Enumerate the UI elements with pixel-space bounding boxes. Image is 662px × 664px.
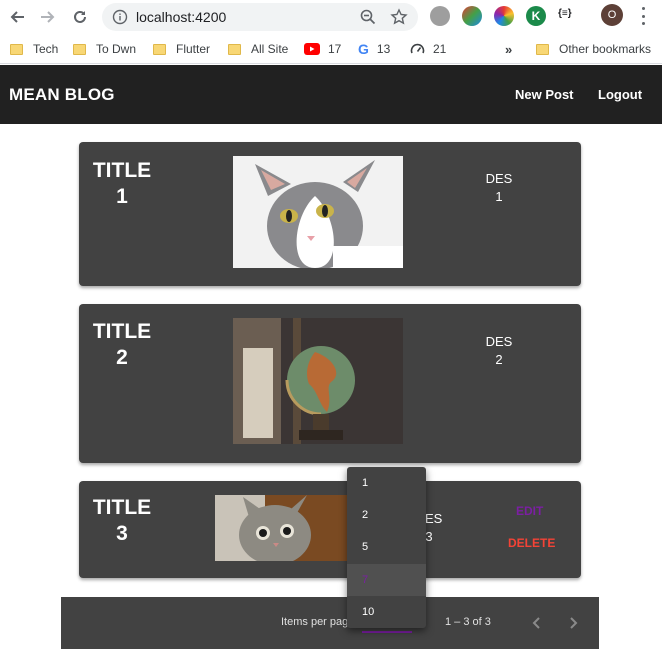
- menu-icon[interactable]: [638, 7, 648, 25]
- post-image-kitten: [215, 495, 347, 561]
- page-size-dropdown: 1 2 5 7 10: [347, 467, 426, 628]
- bookmark-youtube[interactable]: 17: [304, 39, 341, 59]
- folder-icon: [536, 43, 549, 55]
- back-icon[interactable]: [6, 6, 28, 28]
- post-image-globe: [233, 318, 403, 444]
- page-size-option[interactable]: 2: [347, 499, 426, 531]
- google-icon: G: [358, 41, 369, 57]
- extension-globe-icon[interactable]: [462, 6, 482, 26]
- bookmark-to-dwn[interactable]: To Dwn: [73, 39, 136, 59]
- items-per-page-label: Items per page:: [281, 616, 358, 628]
- extension-color-wheel-icon[interactable]: [494, 6, 514, 26]
- folder-icon: [153, 43, 166, 55]
- folder-icon: [228, 43, 241, 55]
- page-size-option-selected[interactable]: 7: [347, 564, 426, 596]
- url-text[interactable]: localhost:4200: [136, 9, 226, 25]
- bookmark-speedometer[interactable]: 21: [410, 39, 446, 59]
- profile-avatar[interactable]: O: [601, 4, 623, 26]
- new-post-link[interactable]: New Post: [515, 87, 574, 102]
- page-size-option[interactable]: 5: [347, 531, 426, 563]
- zoom-out-icon[interactable]: [360, 9, 376, 25]
- post-card: TITLE 1 DES 1: [79, 142, 581, 286]
- extension-json-icon[interactable]: {≡}: [558, 8, 572, 19]
- post-image-cat-white: [233, 156, 403, 268]
- post-card: TITLE 3 DES 3 EDIT DELETE: [79, 481, 581, 578]
- delete-button[interactable]: DELETE: [508, 536, 555, 550]
- extension-gray-icon[interactable]: [430, 6, 450, 26]
- bookmark-other[interactable]: Other bookmarks: [536, 39, 651, 59]
- browser-toolbar: localhost:4200 K {≡} O: [0, 0, 662, 34]
- forward-icon[interactable]: [37, 6, 59, 28]
- folder-icon: [73, 43, 86, 55]
- edit-button[interactable]: EDIT: [516, 504, 543, 518]
- address-bar[interactable]: localhost:4200: [102, 3, 418, 31]
- page-range-label: 1 – 3 of 3: [445, 616, 491, 628]
- extension-k-icon[interactable]: K: [526, 6, 546, 26]
- next-page-icon[interactable]: [563, 613, 583, 633]
- page-size-option[interactable]: 1: [347, 467, 426, 499]
- post-title: TITLE 2: [92, 320, 152, 369]
- page-size-option[interactable]: 10: [347, 596, 426, 628]
- speedometer-icon: [410, 43, 425, 53]
- app-title[interactable]: MEAN BLOG: [9, 85, 115, 105]
- post-description: DES 1: [485, 171, 513, 204]
- post-title: TITLE 1: [92, 159, 152, 208]
- post-description: DES 2: [485, 334, 513, 367]
- bookmark-flutter[interactable]: Flutter: [153, 39, 210, 59]
- bookmarks-overflow[interactable]: »: [505, 39, 512, 59]
- bookmark-google[interactable]: G 13: [358, 39, 390, 59]
- logout-link[interactable]: Logout: [598, 87, 642, 102]
- folder-icon: [10, 43, 23, 55]
- info-icon[interactable]: [112, 9, 128, 25]
- paginator: Items per page: 1 – 3 of 3: [61, 597, 599, 649]
- reload-icon[interactable]: [69, 6, 91, 28]
- page-size-select-underline[interactable]: [362, 631, 412, 633]
- bookmarks-bar: Tech To Dwn Flutter All Site 17 G 13 21 »…: [0, 34, 662, 64]
- bookmark-tech[interactable]: Tech: [10, 39, 58, 59]
- youtube-icon: [304, 43, 320, 55]
- post-card: TITLE 2 DES 2: [79, 304, 581, 463]
- post-title: TITLE 3: [92, 496, 152, 545]
- previous-page-icon[interactable]: [527, 613, 547, 633]
- app-toolbar: MEAN BLOG New Post Logout: [0, 65, 662, 124]
- bookmark-all-site[interactable]: All Site: [228, 39, 288, 59]
- bookmark-star-icon[interactable]: [390, 8, 408, 26]
